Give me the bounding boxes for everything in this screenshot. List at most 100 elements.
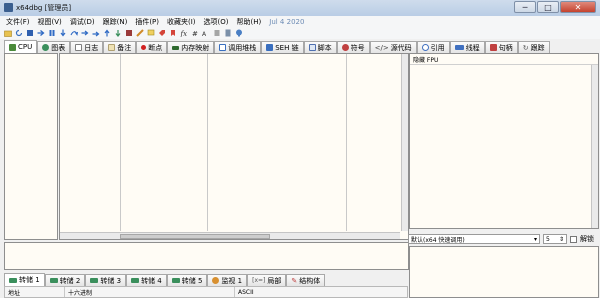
menu-plugins[interactable]: 插件(P) xyxy=(135,17,159,27)
threads-icon xyxy=(454,45,464,50)
strings-icon[interactable] xyxy=(213,29,221,37)
main-tabs: CPU 图表 日志 备注 断点 内存映射 调用堆栈 SEH 链 脚本 符号 </… xyxy=(0,39,600,53)
tab-struct[interactable]: ✎ 结构体 xyxy=(286,274,326,286)
trace-over-icon[interactable] xyxy=(92,29,100,37)
menu-view[interactable]: 视图(V) xyxy=(38,17,62,27)
handles-icon xyxy=(489,44,497,51)
tab-dump-5[interactable]: 转储 5 xyxy=(166,274,208,286)
tab-graph[interactable]: 图表 xyxy=(37,41,71,53)
menu-debug[interactable]: 调试(D) xyxy=(70,17,95,27)
tab-handles[interactable]: 句柄 xyxy=(484,41,518,53)
column-hex[interactable]: 十六进制 xyxy=(65,287,235,297)
toolbar: fx # A xyxy=(0,27,600,39)
tab-dump-2[interactable]: 转储 2 xyxy=(44,274,86,286)
tab-log[interactable]: 日志 xyxy=(70,41,104,53)
menu-favourites[interactable]: 收藏夹(I) xyxy=(167,17,196,27)
calling-convention-select[interactable]: 默认(x64 快速调用) ▾ xyxy=(408,234,540,244)
unlock-label: 解锁 xyxy=(580,235,594,243)
run-to-user-code-icon[interactable] xyxy=(114,29,122,37)
window-controls: ─ □ ✕ xyxy=(514,1,596,13)
label-icon[interactable] xyxy=(158,29,166,37)
execute-till-return-icon[interactable] xyxy=(103,29,111,37)
tab-script[interactable]: 脚本 xyxy=(303,41,337,53)
stack-panel[interactable] xyxy=(409,246,599,298)
struct-icon: ✎ xyxy=(291,276,298,285)
notes-icon xyxy=(108,44,116,51)
step-into-icon[interactable] xyxy=(59,29,67,37)
spinner-arrows-icon: ⇕ xyxy=(558,235,564,243)
svg-text:#: # xyxy=(192,30,198,37)
tab-breakpoints[interactable]: 断点 xyxy=(136,41,168,53)
memory-map-icon xyxy=(172,45,180,50)
tab-dump-3[interactable]: 转储 3 xyxy=(85,274,127,286)
tab-dump-4[interactable]: 转储 4 xyxy=(126,274,167,286)
registers-vertical-scrollbar[interactable] xyxy=(591,65,598,228)
menu-help[interactable]: 帮助(H) xyxy=(237,17,262,27)
tab-cpu[interactable]: CPU xyxy=(4,40,38,53)
tab-seh-chain[interactable]: SEH 链 xyxy=(261,41,304,53)
disassembly-column-divider xyxy=(120,54,121,231)
tab-call-stack[interactable]: 调用堆栈 xyxy=(214,41,262,53)
patch-icon[interactable] xyxy=(136,29,144,37)
tab-locals[interactable]: [x=] 局部 xyxy=(247,274,287,286)
hash-icon[interactable]: # xyxy=(191,29,199,37)
cpu-icon xyxy=(9,43,16,51)
minimize-button[interactable]: ─ xyxy=(514,1,536,13)
window-title: x64dbg [管理员] xyxy=(16,4,72,12)
dump-tabs: 转储 1 转储 2 转储 3 转储 4 转储 5 监视 1 [x=] 局部 ✎ 结构… xyxy=(4,272,408,286)
info-panel xyxy=(4,242,409,270)
dump-icon xyxy=(49,278,58,283)
calling-convention-bar: 默认(x64 快速调用) ▾ 5 ⇕ 解锁 xyxy=(408,233,596,245)
app-icon xyxy=(4,3,13,12)
tab-dump-1[interactable]: 转储 1 xyxy=(4,273,45,286)
calculator-icon[interactable] xyxy=(224,29,232,37)
disassembly-panel[interactable] xyxy=(59,53,409,240)
open-icon[interactable] xyxy=(4,29,12,37)
column-address[interactable]: 地址 xyxy=(5,287,65,297)
unlock-checkbox[interactable] xyxy=(570,235,577,243)
close-button[interactable]: ✕ xyxy=(560,1,596,13)
menu-file[interactable]: 文件(F) xyxy=(6,17,30,27)
maximize-button[interactable]: □ xyxy=(537,1,559,13)
disassembly-horizontal-scrollbar[interactable] xyxy=(60,232,400,239)
dump-header: 地址 十六进制 ASCII xyxy=(4,286,408,298)
font-icon[interactable]: A xyxy=(202,29,210,37)
svg-text:fx: fx xyxy=(180,30,187,37)
tab-references[interactable]: 引用 xyxy=(416,41,450,53)
run-icon[interactable] xyxy=(37,29,45,37)
menu-bar: 文件(F) 视图(V) 调试(D) 跟踪(N) 插件(P) 收藏夹(I) 选项(… xyxy=(0,16,600,27)
restart-icon[interactable] xyxy=(15,29,23,37)
script-icon xyxy=(308,44,316,51)
tab-threads[interactable]: 线程 xyxy=(449,41,485,53)
graph-icon xyxy=(42,44,50,51)
disassembly-vertical-scrollbar[interactable] xyxy=(401,54,408,231)
step-over-icon[interactable] xyxy=(70,29,78,37)
pause-icon[interactable] xyxy=(48,29,56,37)
svg-text:A: A xyxy=(202,31,207,37)
source-icon: </> xyxy=(374,43,389,52)
argument-count-spinner[interactable]: 5 ⇕ xyxy=(543,234,567,244)
stop-icon[interactable] xyxy=(26,29,34,37)
tab-source[interactable]: </> 源代码 xyxy=(369,41,417,53)
scrollbar-thumb[interactable] xyxy=(120,234,270,239)
hide-fpu-toggle[interactable]: 隐藏 FPU xyxy=(413,55,438,64)
bookmark-icon[interactable] xyxy=(169,29,177,37)
dump-icon xyxy=(9,277,17,283)
column-ascii[interactable]: ASCII xyxy=(235,287,407,297)
menu-options[interactable]: 选项(O) xyxy=(204,17,229,27)
build-date: Jul 4 2020 xyxy=(269,17,305,26)
tab-watch-1[interactable]: 监视 1 xyxy=(207,274,248,286)
help-icon[interactable] xyxy=(235,29,243,37)
registers-panel[interactable]: 隐藏 FPU xyxy=(409,53,599,229)
tab-trace[interactable]: ↻ 跟踪 xyxy=(517,41,550,53)
comment-icon[interactable] xyxy=(147,29,155,37)
function-icon[interactable]: fx xyxy=(180,29,188,37)
scylla-icon[interactable] xyxy=(125,29,133,37)
menu-trace[interactable]: 跟踪(N) xyxy=(103,17,128,27)
dump-icon xyxy=(90,278,99,283)
tab-notes[interactable]: 备注 xyxy=(103,41,137,53)
tab-memory-map[interactable]: 内存映射 xyxy=(167,41,215,53)
tab-symbols[interactable]: 符号 xyxy=(336,41,370,53)
dump-icon xyxy=(131,278,140,283)
trace-into-icon[interactable] xyxy=(81,29,89,37)
